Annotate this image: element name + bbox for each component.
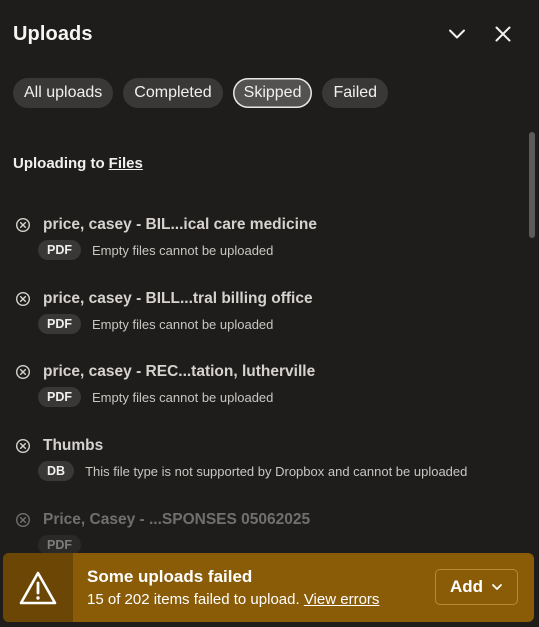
error-circle-icon	[14, 290, 32, 308]
collapse-button[interactable]	[445, 22, 469, 46]
close-icon	[495, 26, 511, 42]
list-item: price, casey - BIL...ical care medicine …	[14, 215, 514, 260]
filter-completed[interactable]: Completed	[123, 78, 223, 108]
list-item: Thumbs DB This file type is not supporte…	[14, 436, 514, 481]
toast-summary: 15 of 202 items failed to upload. View e…	[87, 591, 379, 608]
uploads-panel: Uploads All uploads Completed Skipped Fa…	[0, 0, 539, 627]
file-name: price, casey - REC...tation, lutherville	[43, 363, 316, 380]
file-type-badge: PDF	[38, 535, 81, 555]
error-circle-icon	[14, 363, 32, 381]
chevron-down-icon	[492, 584, 502, 590]
file-type-badge: PDF	[38, 387, 81, 407]
warning-icon-container	[3, 553, 73, 622]
destination-prefix: Uploading to	[13, 155, 105, 172]
list-item: price, casey - BILL...tral billing offic…	[14, 289, 514, 334]
file-error-message: Empty files cannot be uploaded	[92, 389, 274, 405]
file-type-badge: DB	[38, 461, 75, 481]
file-type-badge: PDF	[38, 314, 81, 334]
error-circle-icon	[14, 437, 32, 455]
warning-icon	[19, 571, 57, 604]
chevron-down-icon	[449, 29, 465, 39]
add-button[interactable]: Add	[435, 569, 518, 605]
file-type-badge: PDF	[38, 240, 81, 260]
list-item: Price, Casey - ...SPONSES 05062025 PDF	[14, 510, 514, 555]
file-error-message: This file type is not supported by Dropb…	[85, 463, 468, 479]
upload-failed-toast: Some uploads failed 15 of 202 items fail…	[3, 553, 534, 622]
list-item: price, casey - REC...tation, lutherville…	[14, 362, 514, 407]
scrollbar-thumb[interactable]	[529, 132, 535, 238]
file-name: price, casey - BILL...tral billing offic…	[43, 290, 313, 307]
toast-summary-text: 15 of 202 items failed to upload.	[87, 591, 300, 608]
filter-tabs: All uploads Completed Skipped Failed	[13, 78, 389, 108]
toast-title: Some uploads failed	[87, 567, 253, 586]
error-circle-icon	[14, 511, 32, 529]
file-error-message: Empty files cannot be uploaded	[92, 242, 274, 258]
upload-destination: Uploading to Files	[13, 155, 143, 172]
filter-failed[interactable]: Failed	[322, 78, 389, 108]
close-button[interactable]	[491, 22, 515, 46]
error-circle-icon	[14, 216, 32, 234]
panel-title: Uploads	[13, 22, 93, 45]
destination-folder-link[interactable]: Files	[109, 155, 143, 172]
panel-header: Uploads	[13, 20, 519, 48]
filter-skipped[interactable]: Skipped	[232, 78, 313, 108]
file-name: Thumbs	[43, 437, 104, 454]
add-button-label: Add	[449, 577, 484, 596]
view-errors-link[interactable]: View errors	[304, 591, 380, 608]
file-name: Price, Casey - ...SPONSES 05062025	[43, 511, 311, 528]
file-name: price, casey - BIL...ical care medicine	[43, 216, 317, 233]
filter-all-uploads[interactable]: All uploads	[13, 78, 114, 108]
file-error-message: Empty files cannot be uploaded	[92, 316, 274, 332]
